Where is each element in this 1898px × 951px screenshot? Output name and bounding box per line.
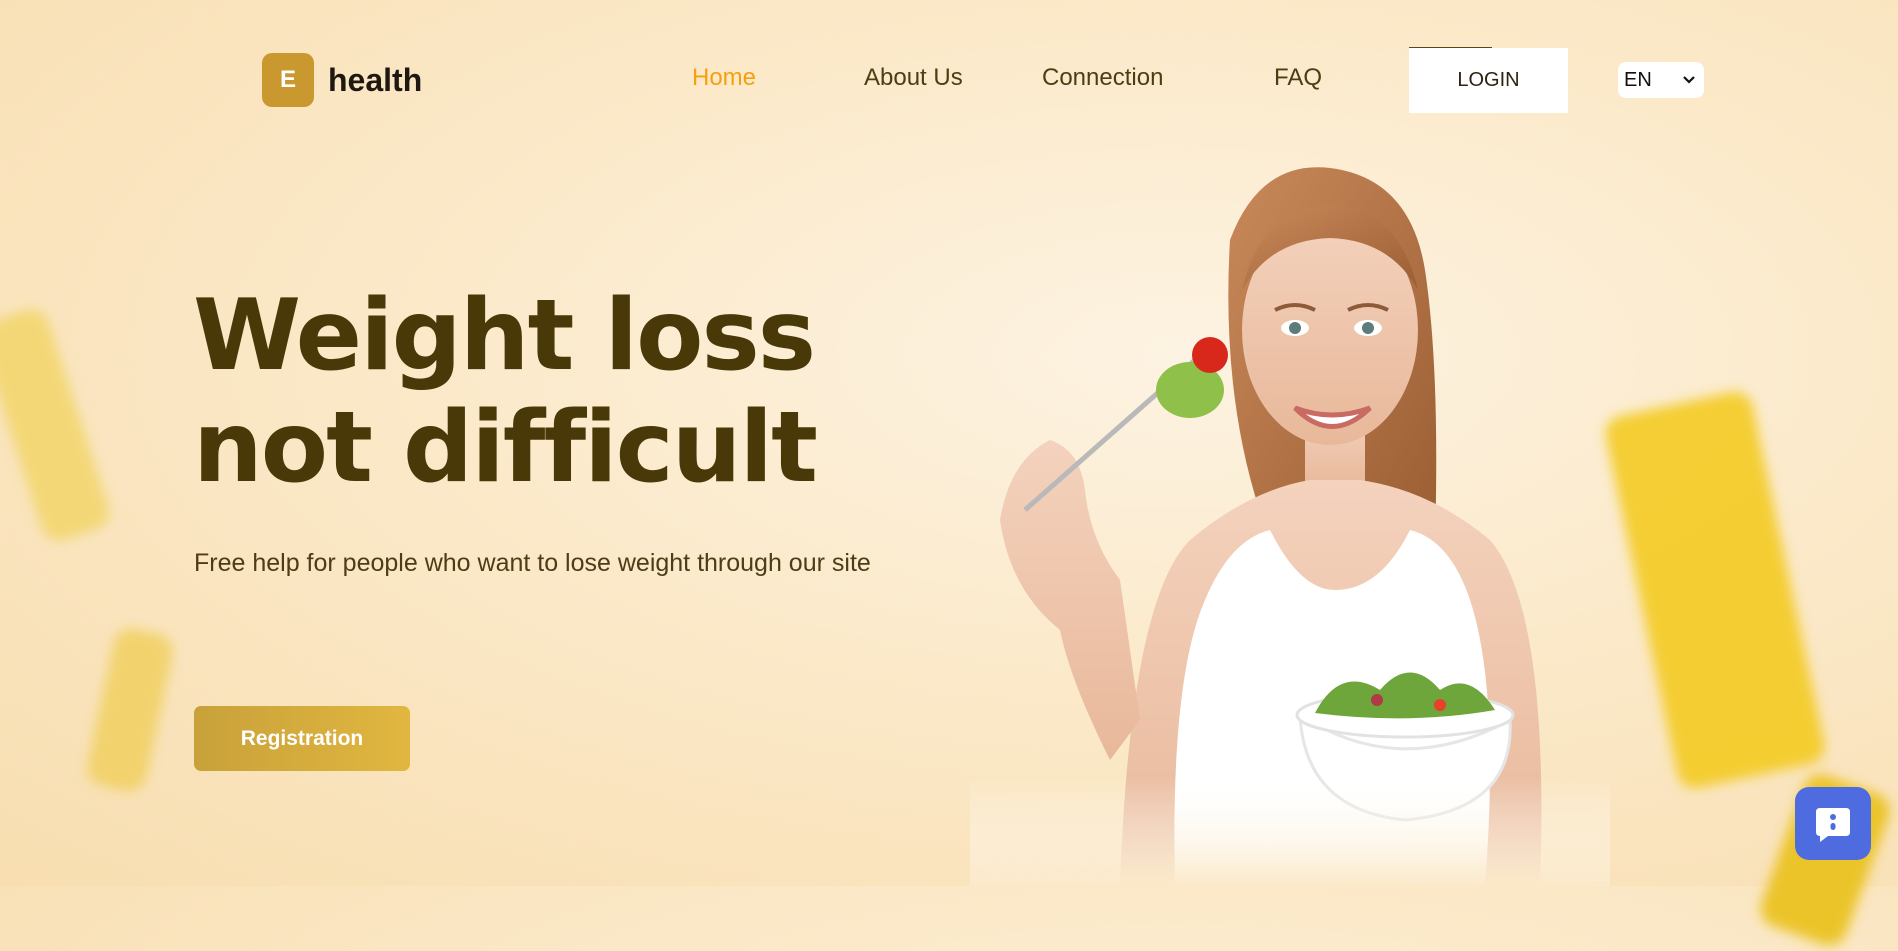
hero-subtitle: Free help for people who want to lose we…	[194, 549, 871, 577]
language-value: EN	[1624, 68, 1652, 91]
chat-widget-button[interactable]	[1795, 787, 1871, 860]
chevron-down-icon	[1683, 76, 1695, 84]
measuring-tape-decoration	[0, 304, 114, 546]
logo-text: health	[328, 61, 423, 98]
nav-faq-link[interactable]: FAQ	[1274, 64, 1322, 92]
registration-button[interactable]: Registration	[194, 706, 410, 771]
chat-bubble-icon	[1816, 807, 1850, 842]
hero-woman-image	[970, 160, 1610, 886]
nav-about-link[interactable]: About Us	[864, 64, 963, 92]
logo-badge: E	[262, 53, 314, 107]
login-button[interactable]: LOGIN	[1409, 48, 1568, 113]
nav-connection-link[interactable]: Connection	[1042, 64, 1163, 92]
measuring-tape-decoration	[84, 625, 176, 795]
language-select[interactable]: EN	[1618, 62, 1704, 98]
measuring-tape-decoration	[1602, 388, 1828, 792]
site-logo[interactable]: E health	[262, 53, 422, 107]
hero-title: Weight loss not difficult	[193, 279, 818, 505]
nav-home-link[interactable]: Home	[692, 64, 756, 92]
